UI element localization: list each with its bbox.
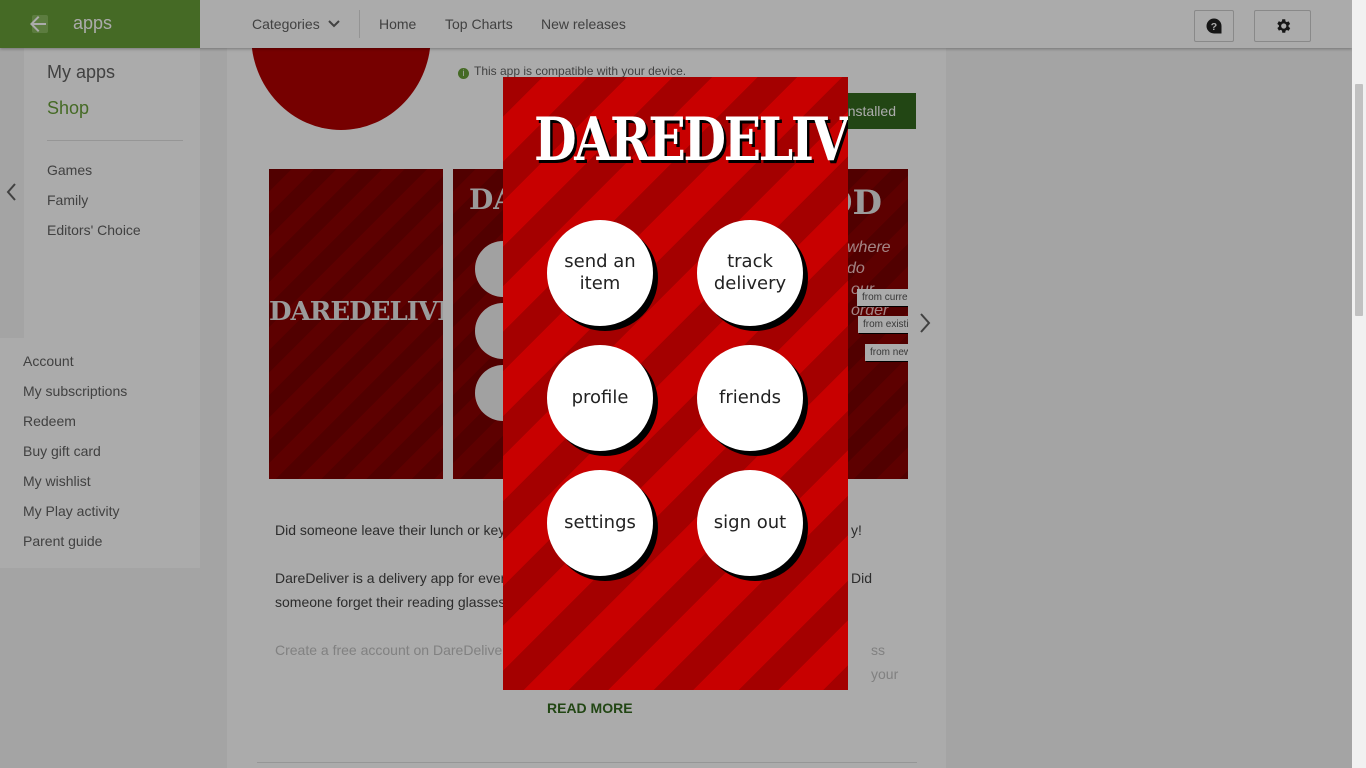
scrollbar-thumb[interactable] (1355, 84, 1363, 316)
send-item-label: send an item (564, 251, 636, 294)
page-scrollbar[interactable] (1352, 0, 1366, 768)
daredeliver-logo: DAREDELIVER (534, 105, 848, 175)
friends-button[interactable]: friends (697, 345, 803, 451)
send-item-button[interactable]: send an item (547, 220, 653, 326)
settings-label: settings (564, 512, 636, 533)
settings-circle-button[interactable]: settings (547, 470, 653, 576)
track-delivery-button[interactable]: track delivery (697, 220, 803, 326)
profile-button[interactable]: profile (547, 345, 653, 451)
profile-label: profile (571, 387, 629, 408)
track-delivery-label: track delivery (713, 251, 787, 294)
sign-out-label: sign out (713, 512, 787, 533)
friends-label: friends (718, 387, 782, 408)
screenshot-lightbox: DAREDELIVER send an item track delivery … (503, 77, 848, 690)
sign-out-button[interactable]: sign out (697, 470, 803, 576)
